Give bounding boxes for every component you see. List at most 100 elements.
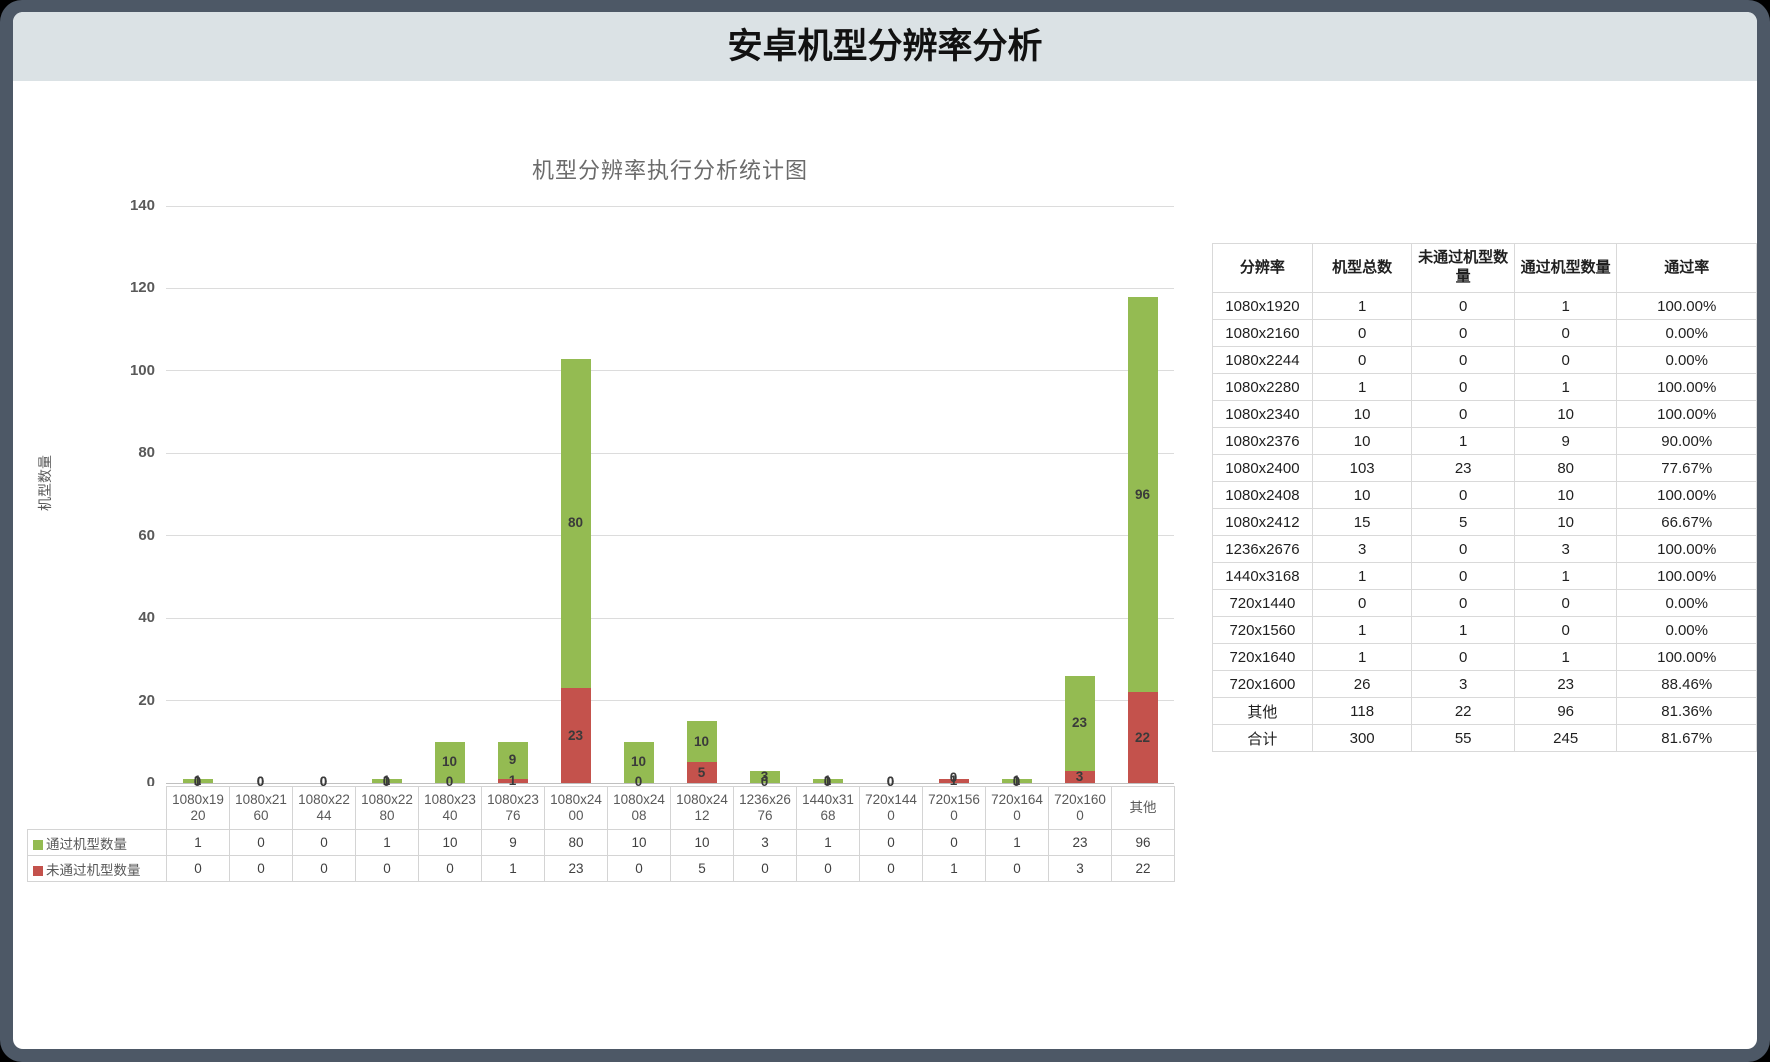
legend-cell: 未通过机型数量 [28,856,167,882]
bar-value-label: 3 [733,768,796,786]
table-row: 1080x2400103238077.67% [1213,455,1757,482]
x-axis-label: 其他 [1112,787,1175,830]
table-row: 1080x240810010100.00% [1213,482,1757,509]
x-axis-label: 1440x3168 [797,787,860,830]
legend-label: 未通过机型数量 [46,863,141,878]
series-value-cell: 0 [860,856,923,882]
series-value-cell: 3 [734,830,797,856]
table-cell: 10 [1514,509,1617,536]
table-cell: 1080x2376 [1213,428,1313,455]
table-cell: 100.00% [1617,374,1757,401]
y-tick-label: 20 [41,692,155,710]
summary-header-cell: 未通过机型数量 [1412,244,1514,293]
table-cell: 81.67% [1617,725,1757,752]
bar-value-label: 10 [418,753,481,771]
table-cell: 1 [1312,374,1412,401]
x-axis-label: 1080x2280 [356,787,419,830]
gridline [166,370,1174,371]
x-axis-label: 720x1440 [860,787,923,830]
table-cell: 1080x2400 [1213,455,1313,482]
series-value-row: 通过机型数量1001109801010310012396 [28,830,1175,856]
table-cell: 100.00% [1617,401,1757,428]
x-axis-label: 1080x2408 [608,787,671,830]
series-value-cell: 96 [1112,830,1175,856]
table-cell: 1 [1514,644,1617,671]
bar-value-label: 10 [670,733,733,751]
summary-header-cell: 分辨率 [1213,244,1313,293]
fail-legend-swatch [33,866,43,876]
table-cell: 100.00% [1617,482,1757,509]
table-cell: 1080x2340 [1213,401,1313,428]
legend-label: 通过机型数量 [46,837,127,852]
table-row: 1080x234010010100.00% [1213,401,1757,428]
series-value-cell: 0 [230,856,293,882]
series-value-cell: 23 [545,856,608,882]
table-cell: 80 [1514,455,1617,482]
window-frame: 安卓机型分辨率分析 机型分辨率执行分析统计图 机型数量 020406080100… [0,0,1770,1062]
chart-title: 机型分辨率执行分析统计图 [166,153,1174,185]
series-value-cell: 0 [860,830,923,856]
pass-legend-swatch [33,840,43,850]
table-cell: 10 [1514,401,1617,428]
table-cell: 0 [1514,617,1617,644]
table-cell: 1 [1514,563,1617,590]
table-cell: 26 [1312,671,1412,698]
x-axis-label: 1080x2412 [671,787,734,830]
bar-value-label: 80 [544,514,607,532]
x-axis-label: 720x1560 [923,787,986,830]
table-cell: 5 [1412,509,1514,536]
series-value-cell: 23 [1049,830,1112,856]
table-cell: 300 [1312,725,1412,752]
table-row: 1236x2676303100.00% [1213,536,1757,563]
table-cell: 9 [1514,428,1617,455]
table-row: 720x14400000.00% [1213,590,1757,617]
table-row: 1080x2376101990.00% [1213,428,1757,455]
series-value-cell: 0 [230,830,293,856]
table-cell: 1080x2160 [1213,320,1313,347]
bar-value-label: 22 [1111,729,1174,747]
table-cell: 0 [1514,347,1617,374]
series-value-cell: 10 [671,830,734,856]
table-cell: 1080x2280 [1213,374,1313,401]
table-cell: 10 [1514,482,1617,509]
series-value-cell: 0 [923,830,986,856]
table-cell: 0 [1412,347,1514,374]
table-cell: 0 [1412,374,1514,401]
series-value-cell: 5 [671,856,734,882]
table-cell: 合计 [1213,725,1313,752]
series-value-cell: 80 [545,830,608,856]
table-row: 720x1640101100.00% [1213,644,1757,671]
chart-data-table: 1080x19201080x21601080x22441080x22801080… [27,786,1175,882]
x-axis-label: 1080x1920 [167,787,230,830]
table-cell: 23 [1412,455,1514,482]
table-cell: 1236x2676 [1213,536,1313,563]
x-axis-label: 1080x2160 [230,787,293,830]
gridline [166,700,1174,701]
y-axis-ticks: 020406080100120140 [41,206,155,783]
table-cell: 720x1440 [1213,590,1313,617]
gridline [166,206,1174,207]
table-cell: 66.67% [1617,509,1757,536]
report-body: 安卓机型分辨率分析 机型分辨率执行分析统计图 机型数量 020406080100… [13,12,1757,1049]
x-axis-label: 1080x2340 [419,787,482,830]
table-cell: 81.36% [1617,698,1757,725]
table-cell: 0 [1412,482,1514,509]
series-value-cell: 0 [293,830,356,856]
table-cell: 0.00% [1617,617,1757,644]
table-row: 1080x22440000.00% [1213,347,1757,374]
table-cell: 0 [1514,320,1617,347]
series-value-row: 未通过机型数量000001230500010322 [28,856,1175,882]
x-axis-label: 1080x2376 [482,787,545,830]
table-row: 720x16002632388.46% [1213,671,1757,698]
summary-table-body: 1080x1920101100.00%1080x21600000.00%1080… [1213,293,1757,752]
table-cell: 245 [1514,725,1617,752]
table-cell: 0 [1412,590,1514,617]
bar-value-label: 5 [670,764,733,782]
series-value-cell: 0 [797,856,860,882]
table-row: 1080x2280101100.00% [1213,374,1757,401]
summary-header-cell: 机型总数 [1312,244,1412,293]
table-cell: 0 [1412,320,1514,347]
table-cell: 1080x2244 [1213,347,1313,374]
table-cell: 0 [1412,293,1514,320]
gridline [166,453,1174,454]
